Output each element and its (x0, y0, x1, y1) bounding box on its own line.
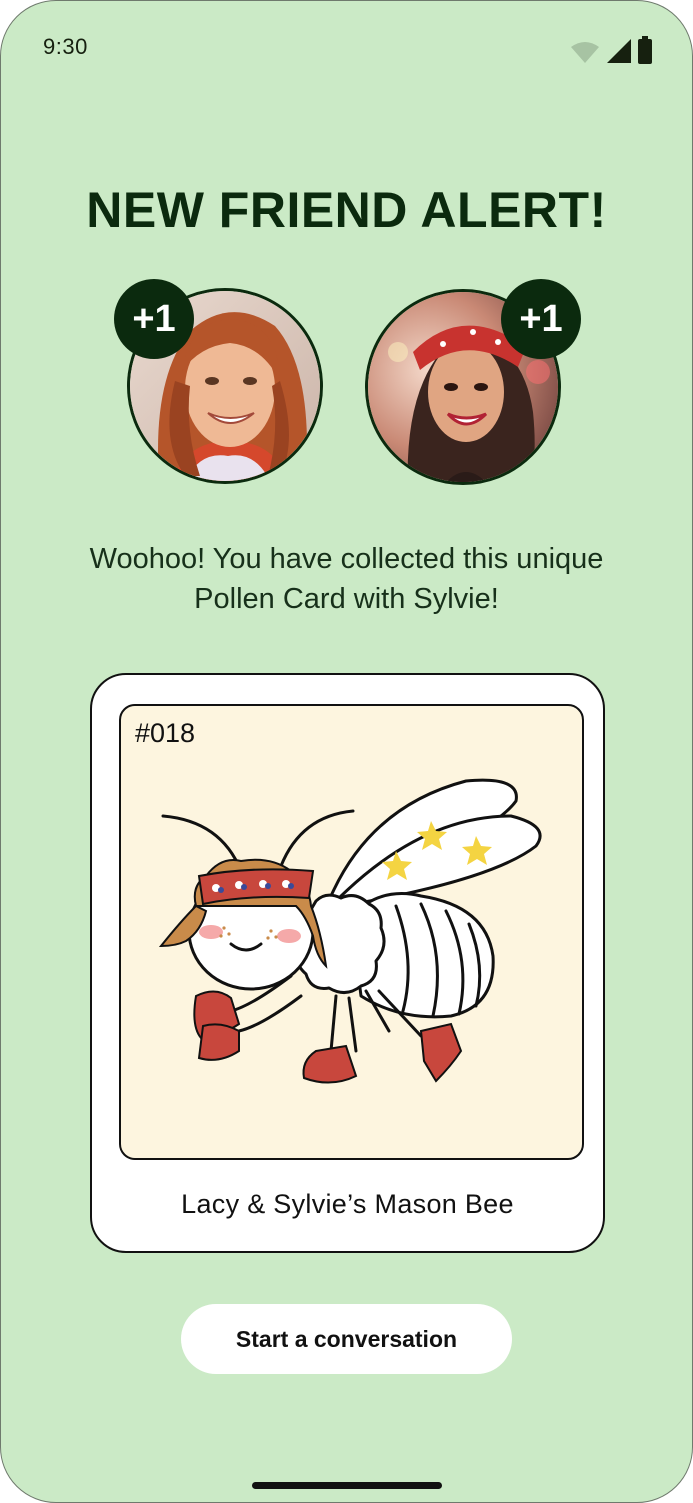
status-time: 9:30 (43, 34, 88, 59)
plus-one-badge-right: +1 (501, 279, 581, 359)
collected-message: Woohoo! You have collected this unique P… (89, 543, 604, 615)
card-title: Lacy & Sylvie’s Mason Bee (181, 1189, 514, 1219)
start-conversation-button[interactable]: Start a conversation (181, 1304, 512, 1374)
status-icons (570, 36, 652, 64)
page-title: NEW FRIEND ALERT! (86, 182, 607, 238)
home-indicator[interactable] (252, 1482, 442, 1489)
card-number: #018 (135, 718, 196, 748)
card-artwork: #018 (119, 704, 584, 1160)
wifi-icon (571, 42, 599, 63)
battery-icon (638, 36, 652, 64)
phone-screen: 9:30 NEW FRIEND ALERT! +1 +1 Woohoo! You… (0, 0, 693, 1503)
plus-one-badge-left: +1 (114, 279, 194, 359)
mason-bee-illustration (158, 778, 542, 1084)
pollen-card[interactable]: #018 Lacy & Sylvie’s Mason Bee (90, 673, 605, 1253)
signal-icon (607, 39, 631, 63)
